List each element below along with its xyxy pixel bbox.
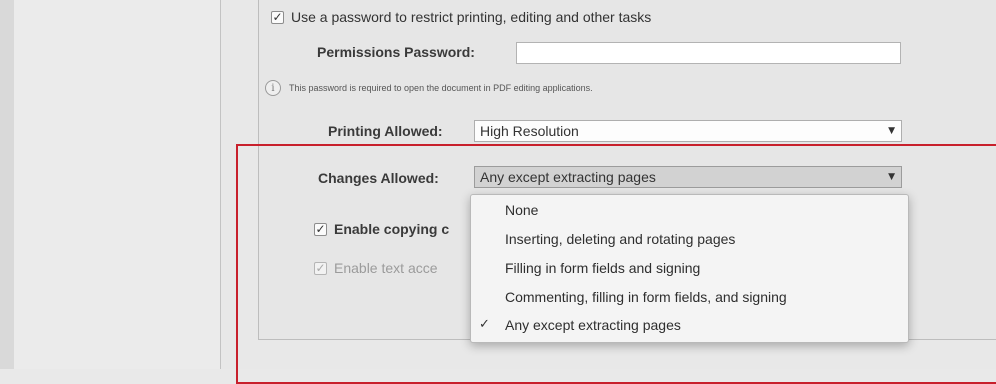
dropdown-option-label: None xyxy=(505,202,539,218)
enable-copying-checkbox[interactable]: ✓ xyxy=(314,223,327,236)
password-info-note: This password is required to open the do… xyxy=(289,83,593,93)
enable-text-access-checkbox: ✓ xyxy=(314,261,327,275)
dropdown-option-filling-signing[interactable]: Filling in form fields and signing xyxy=(471,257,908,279)
changes-allowed-label: Changes Allowed: xyxy=(318,170,439,186)
dropdown-option-inserting-deleting-rotating[interactable]: Inserting, deleting and rotating pages xyxy=(471,228,908,250)
sidebar-panel xyxy=(14,0,221,369)
printing-allowed-label: Printing Allowed: xyxy=(328,123,443,139)
dropdown-option-label: Any except extracting pages xyxy=(505,317,681,333)
enable-text-access-label: Enable text acce xyxy=(334,260,438,276)
chevron-down-icon: ▼ xyxy=(888,172,895,182)
dropdown-option-label: Filling in form fields and signing xyxy=(505,260,701,276)
restrict-editing-checkbox[interactable]: ✓ xyxy=(271,11,284,24)
dropdown-option-any-except-extracting[interactable]: ✓ Any except extracting pages xyxy=(471,314,908,336)
changes-allowed-select[interactable]: Any except extracting pages ▼ xyxy=(474,166,902,188)
changes-allowed-dropdown-menu: None Inserting, deleting and rotating pa… xyxy=(470,194,909,343)
restrict-editing-label: Use a password to restrict printing, edi… xyxy=(291,9,652,25)
chevron-down-icon: ▼ xyxy=(888,126,895,136)
dropdown-option-label: Commenting, filling in form fields, and … xyxy=(505,289,787,305)
dropdown-option-label: Inserting, deleting and rotating pages xyxy=(505,231,736,247)
changes-allowed-value: Any except extracting pages xyxy=(480,169,656,185)
info-icon: i xyxy=(265,80,281,96)
permissions-password-input[interactable] xyxy=(516,42,901,64)
checkmark-icon: ✓ xyxy=(479,317,490,332)
printing-allowed-select[interactable]: High Resolution ▼ xyxy=(474,120,902,142)
permissions-password-label: Permissions Password: xyxy=(317,44,475,60)
printing-allowed-value: High Resolution xyxy=(480,123,579,139)
dropdown-option-commenting-filling-signing[interactable]: Commenting, filling in form fields, and … xyxy=(471,286,908,308)
dropdown-option-none[interactable]: None xyxy=(471,199,908,221)
enable-copying-label: Enable copying c xyxy=(334,221,450,237)
window-left-edge xyxy=(0,0,15,369)
